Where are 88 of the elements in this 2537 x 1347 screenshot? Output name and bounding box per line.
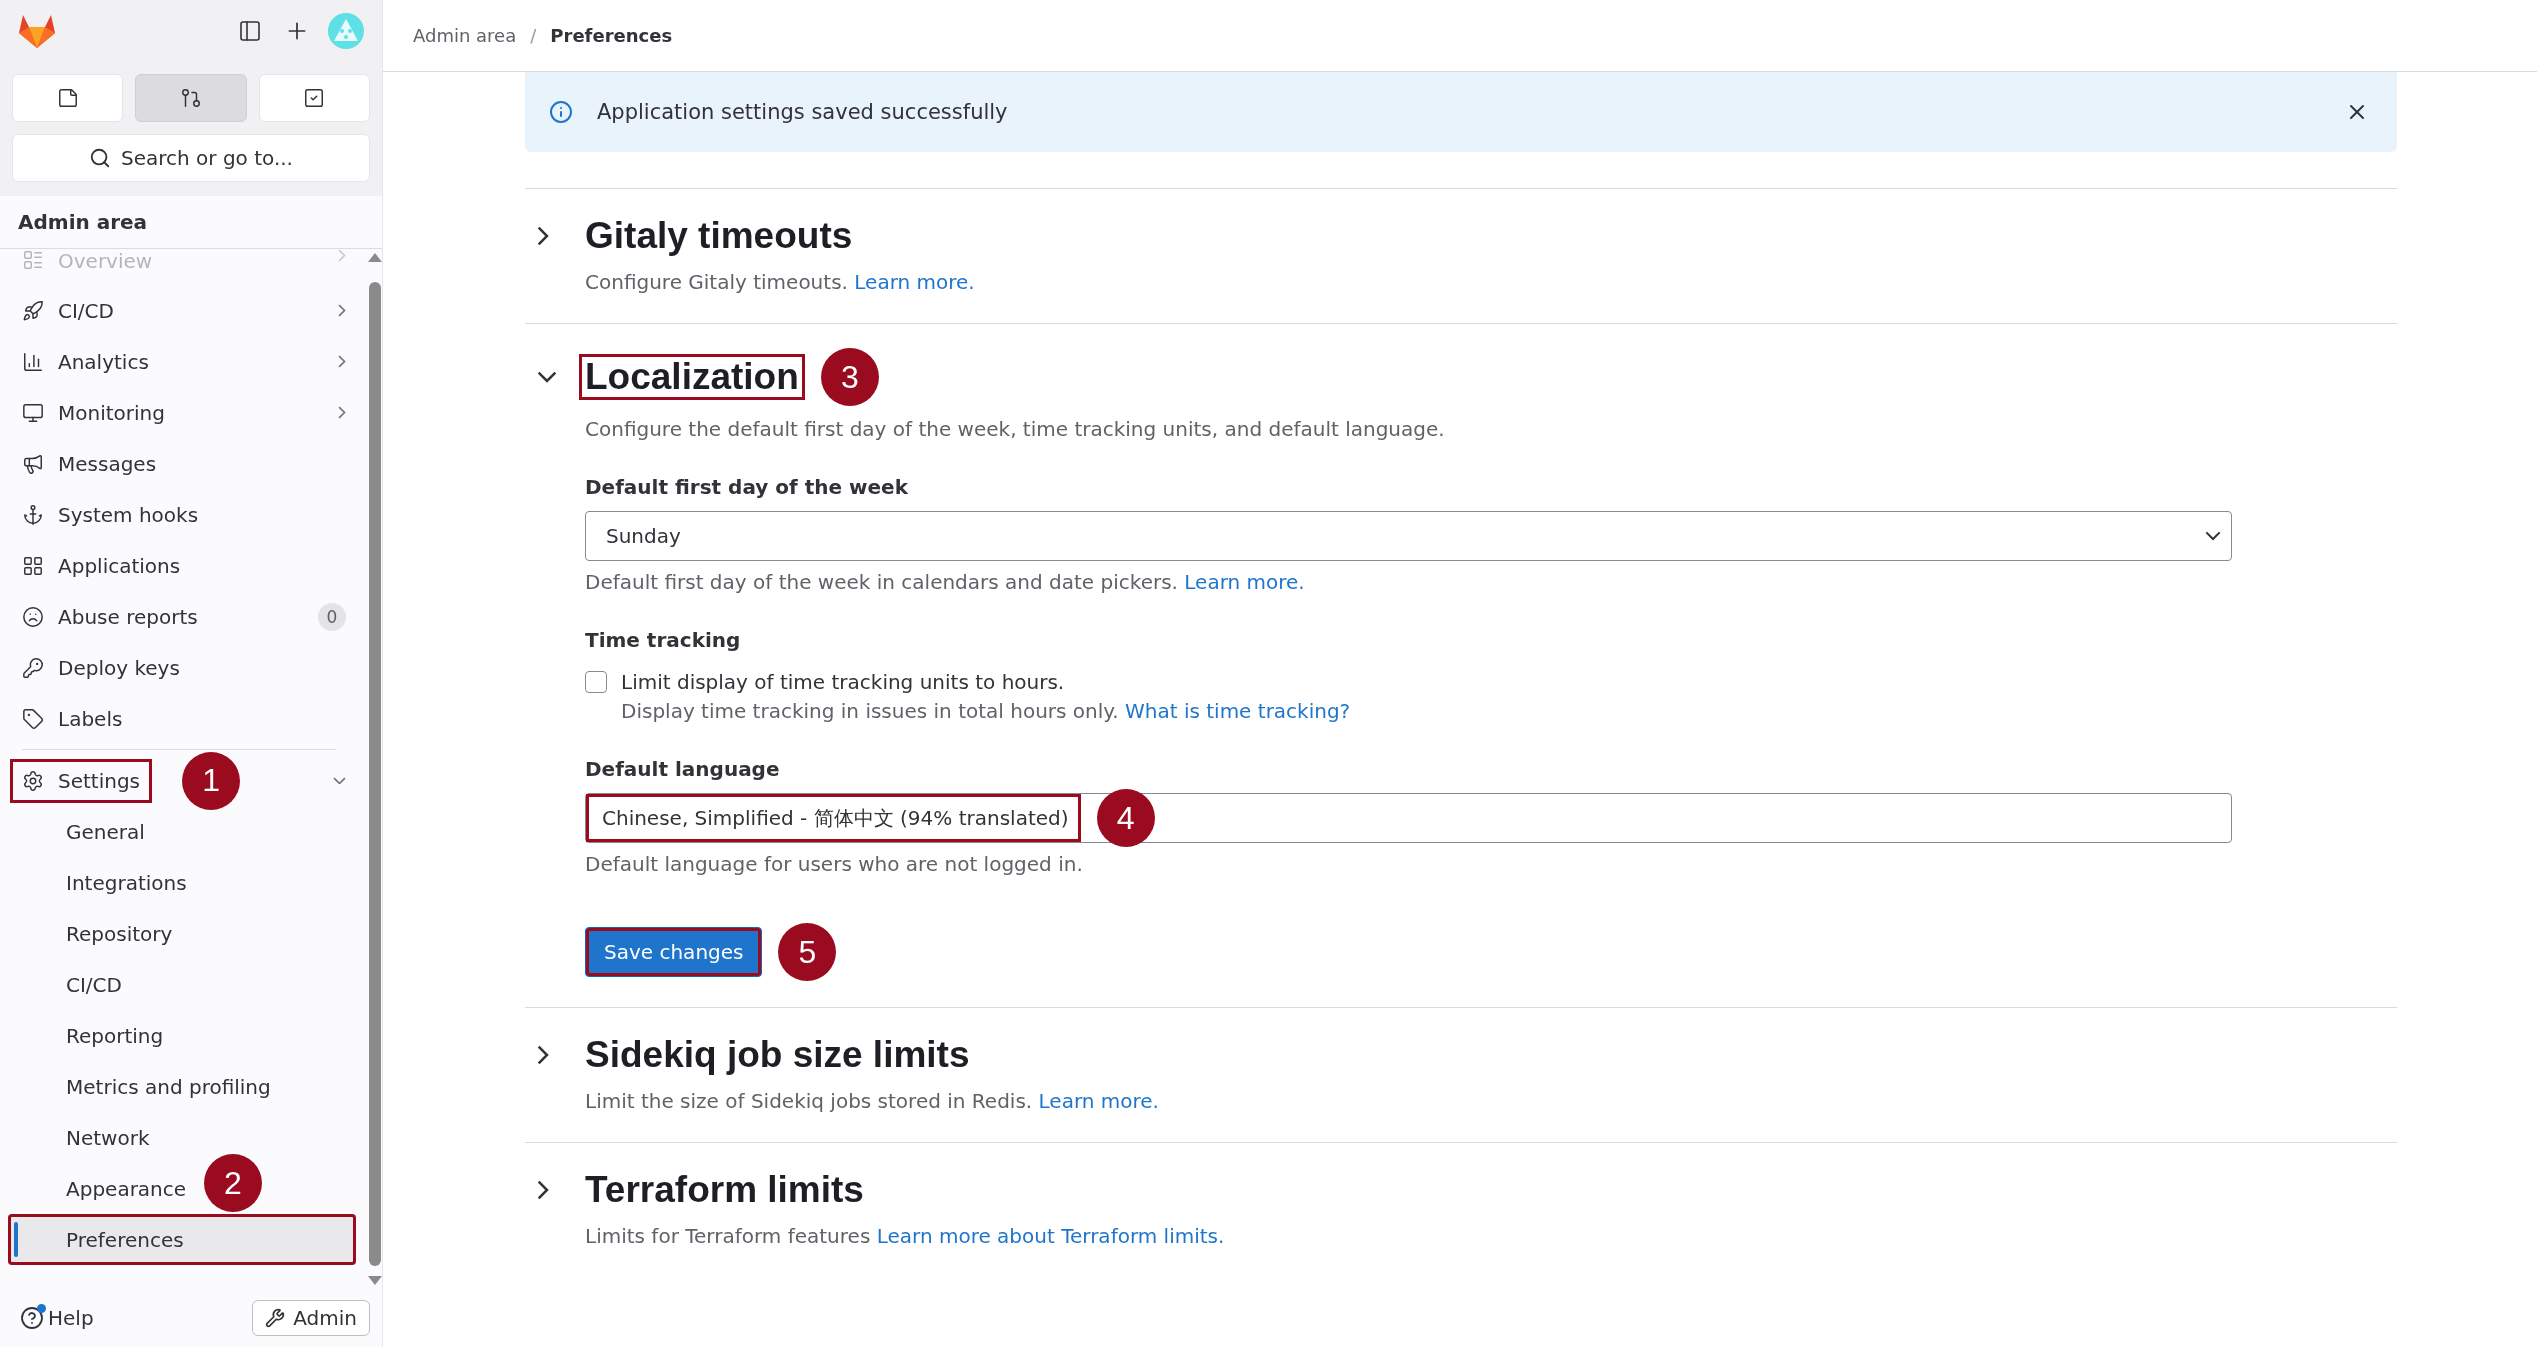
search-button[interactable]: Search or go to... <box>12 134 370 182</box>
list-icon <box>22 249 44 271</box>
checkbox-icon <box>303 87 326 109</box>
search-icon <box>89 147 111 169</box>
nav-label: Analytics <box>58 349 150 374</box>
learn-more-link[interactable]: Learn more about Terraform limits. <box>876 1224 1225 1248</box>
settings-icon <box>22 769 44 792</box>
day-select[interactable]: Sunday <box>585 511 2232 561</box>
section-description: Limit the size of Sidekiq jobs stored in Redis. Learn more. <box>585 1088 1160 1115</box>
save-button[interactable]: Save changes <box>585 927 763 977</box>
section-title: Localization <box>579 354 805 400</box>
nav-label: System hooks <box>58 502 200 527</box>
nav-subitem[interactable]: Preferences <box>8 1214 356 1265</box>
numbered-callout: 2 <box>204 1154 262 1212</box>
nav-label: Settings <box>58 768 141 793</box>
wrench-icon <box>265 1308 286 1328</box>
nav-label: Overview <box>58 249 154 273</box>
tag-icon <box>22 707 44 730</box>
field-label: Time tracking <box>585 628 742 652</box>
nav-label: Applications <box>58 553 182 578</box>
section-title: Terraform limits <box>584 1168 865 1212</box>
section-description: Configure the default first day of the week, time tracking units, and default language. <box>585 416 1446 443</box>
sad-face-icon <box>22 605 44 628</box>
numbered-callout: 5 <box>778 923 837 981</box>
nav-item[interactable]: System hooks <box>8 489 356 540</box>
nav-item[interactable]: Abuse reports 0 <box>8 591 356 642</box>
help-icon <box>20 1306 44 1330</box>
help-text: Default first day of the week in calendars and date pickers. Learn more. <box>585 569 1306 596</box>
merge-request-icon <box>180 87 202 109</box>
nav-item[interactable]: Monitoring <box>8 387 356 438</box>
section-description: Limits for Terraform features Learn more about Terraform limits. <box>585 1223 1226 1250</box>
anchor-icon <box>22 503 44 526</box>
nav-label: Deploy keys <box>58 655 181 680</box>
fox-logo-icon[interactable] <box>18 13 56 49</box>
nav-label: Messages <box>58 451 158 476</box>
checkbox[interactable] <box>585 671 607 693</box>
nav-item[interactable]: Analytics <box>8 336 356 387</box>
count-badge: 0 <box>318 602 346 631</box>
info-icon <box>549 100 573 124</box>
nav-label: Abuse reports <box>58 604 199 629</box>
nav-item[interactable]: Deploy keys <box>8 642 356 693</box>
nav-subitem[interactable]: CI/CD <box>66 972 122 997</box>
nav-label: Monitoring <box>58 400 166 425</box>
sidebar-heading: Admin area <box>0 196 382 249</box>
section-title: Gitaly timeouts <box>584 214 854 258</box>
nav-item[interactable]: Messages <box>8 438 356 489</box>
help-text: Display time tracking in issues in total hours only. What is time tracking? <box>621 698 1352 725</box>
nav-subitem[interactable]: Repository <box>66 921 173 946</box>
nav-item[interactable]: CI/CD <box>8 285 356 336</box>
section-title: Sidekiq job size limits <box>584 1033 971 1077</box>
nav-subitem[interactable]: Integrations <box>66 870 187 895</box>
learn-more-link[interactable]: Learn more. <box>854 270 975 294</box>
rocket-icon <box>22 299 44 322</box>
nav-subitem[interactable]: Network <box>66 1125 150 1150</box>
time-tracking-link[interactable]: What is time tracking? <box>1125 699 1351 723</box>
numbered-callout: 4 <box>1096 789 1155 847</box>
field-label: Default language <box>585 757 781 781</box>
key-icon <box>22 656 44 679</box>
learn-more-link[interactable]: Learn more. <box>1038 1089 1159 1113</box>
nav-subitem[interactable]: Reporting <box>66 1023 164 1048</box>
learn-more-link[interactable]: Learn more. <box>1184 570 1305 594</box>
bar-chart-icon <box>22 350 44 373</box>
help-text: Default language for users who are not logged in. <box>585 851 1084 878</box>
admin-button[interactable]: Admin <box>252 1300 370 1336</box>
breadcrumb-link[interactable]: Preferences <box>550 25 673 46</box>
megaphone-icon <box>22 452 44 475</box>
shortcut-button[interactable] <box>12 74 124 122</box>
nav-subitem[interactable]: General <box>66 819 145 844</box>
nav-label: Labels <box>58 706 124 731</box>
monitor-icon <box>22 401 44 424</box>
help-button[interactable]: Help <box>16 1302 98 1334</box>
numbered-callout: 3 <box>820 348 879 406</box>
field-label: Default first day of the week <box>585 475 909 499</box>
numbered-callout: 1 <box>182 751 241 810</box>
breadcrumb-link[interactable]: Admin area <box>413 25 517 46</box>
nav-subitem[interactable]: Appearance <box>66 1176 187 1201</box>
nav-subitem[interactable]: Metrics and profiling <box>66 1074 271 1099</box>
alert-message: Application settings saved successfully <box>597 100 1009 124</box>
section-description: Configure Gitaly timeouts. Learn more. <box>585 269 976 296</box>
shortcut-button[interactable] <box>258 74 370 122</box>
nav-item[interactable]: Labels <box>8 693 356 744</box>
breadcrumb-separator: / <box>530 25 537 46</box>
grid-icon <box>22 554 44 577</box>
checkbox-label[interactable]: Limit display of time tracking units to hours. <box>585 670 2397 694</box>
nav-label: CI/CD <box>58 298 115 323</box>
nav-item[interactable]: Applications <box>8 540 356 591</box>
note-icon <box>56 87 79 109</box>
chevron-down-icon <box>2205 531 2221 541</box>
